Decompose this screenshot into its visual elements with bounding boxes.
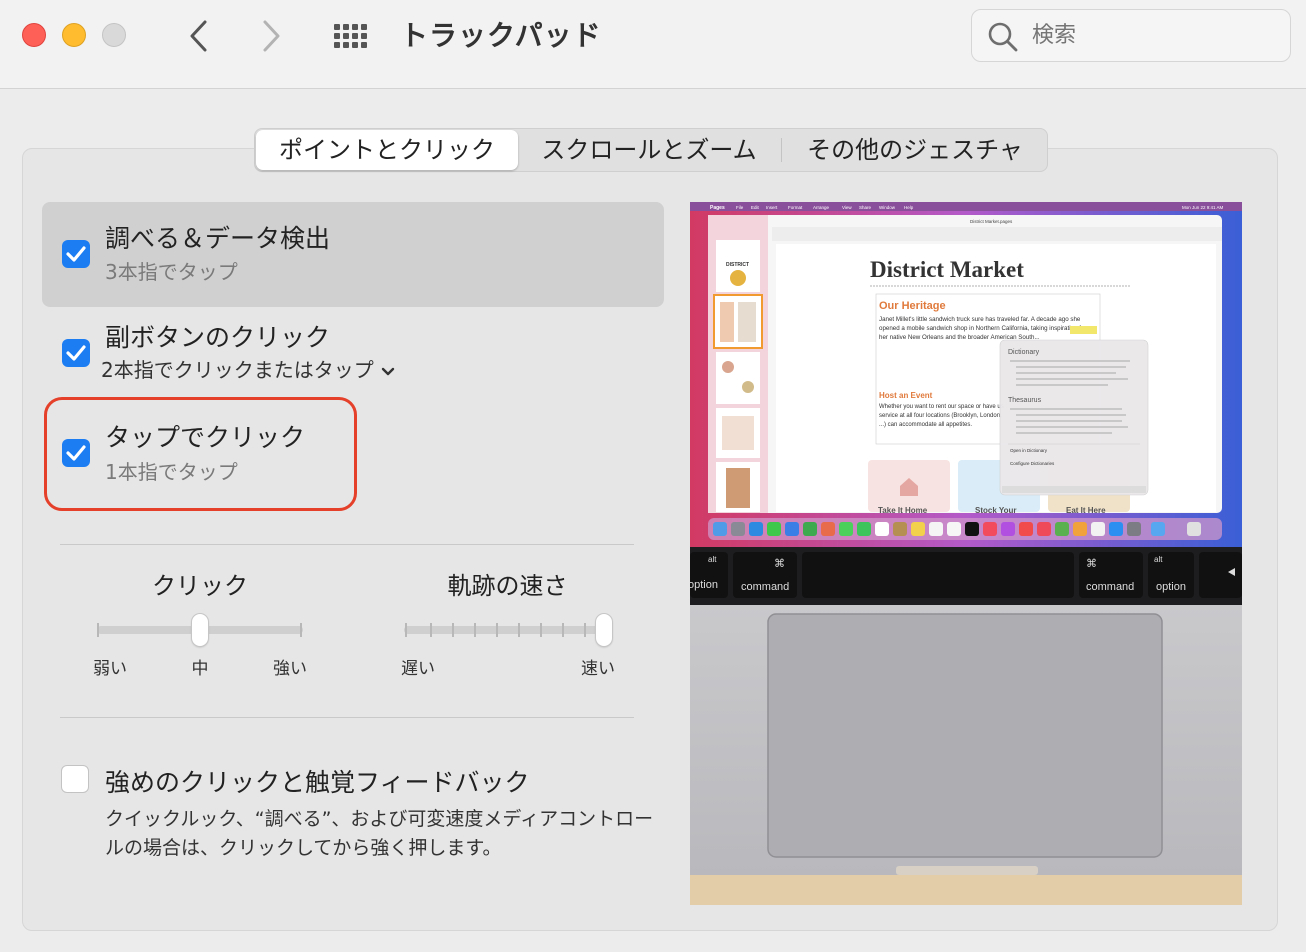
separator [60,544,634,545]
tap-to-click-title: タップでクリック [105,423,306,452]
force-click-checkbox[interactable] [61,765,89,793]
window-toolbar: トラックパッド [0,0,1306,89]
doc-heading: District Market [870,257,1024,282]
document-title: District Market.pages [970,219,1013,224]
zoom-window-button[interactable] [102,23,126,47]
search-icon [988,22,1018,52]
menubar-item: Share [859,205,872,210]
gesture-preview-illustration: Pages File Edit Insert Format Arrange Vi… [690,202,1242,905]
checkmark-icon [66,345,86,361]
event-heading: Host an Event [879,391,933,400]
thumbnail-label: DISTRICT [726,262,749,268]
word-highlight [1070,326,1097,334]
key-command-label: command [741,581,789,593]
click-slider-title: クリック [152,572,248,600]
menubar-item: Arrange [813,205,830,210]
slider-tick [452,623,454,637]
command-symbol-icon: ⌘ [774,558,785,570]
key-alt-label: alt [1154,555,1163,564]
slider-tick [430,623,432,637]
menubar-item: Window [879,205,896,210]
close-window-button[interactable] [22,23,46,47]
slider-tick [405,623,407,637]
doc-body-text: Janet Millet's little sandwich truck sur… [879,316,1092,341]
lookup-title: 調べる＆データ検出 [105,224,331,253]
command-symbol-icon: ⌘ [1086,558,1097,570]
slider-tick [496,623,498,637]
secondary-click-checkbox[interactable] [62,339,90,367]
slider-tick [584,623,586,637]
slider-tick [540,623,542,637]
trackpad [767,613,1163,858]
popover-dictionary-title: Dictionary [1008,349,1040,356]
chevron-down-icon [381,367,394,375]
slider-tick [97,623,99,637]
menubar-clock: Mon Jun 22 9:41 AM [1182,205,1224,210]
card-label: Take It Home [878,506,928,515]
slider-tick [474,623,476,637]
tab-more-gestures[interactable]: その他のジェスチャ [783,129,1047,171]
key-command-label: command [1086,581,1134,593]
dock-icons [713,522,1201,536]
force-click-description: クイックルック、“調べる”、および可変速度メディアコントロールの場合は、クリック… [105,808,654,859]
menubar-item: Insert [766,205,778,210]
key-option-label: option [1156,581,1186,593]
card-label: Eat It Here [1066,506,1106,515]
menubar-app-name: Pages [710,205,725,211]
back-button[interactable] [181,16,217,56]
tracking-slider-knob[interactable] [596,614,612,646]
lookup-checkbox[interactable] [62,240,90,268]
card-label: Stock Your [975,506,1017,515]
checkmark-icon [66,246,86,262]
chevron-right-icon [263,20,280,52]
secondary-click-title: 副ボタンのクリック [105,323,331,352]
section-heading: Our Heritage [879,300,946,312]
tab-bar: ポイントとクリック スクロールとズーム その他のジェスチャ [254,128,1048,172]
minimize-window-button[interactable] [62,23,86,47]
slider-tick [562,623,564,637]
key-option-label: option [690,579,718,591]
event-text: Whether you want to rent our space or ha… [879,404,1004,428]
search-box[interactable] [971,9,1291,62]
click-max-label: 強い [273,659,307,679]
slider-tick [518,623,520,637]
menubar-item: View [842,205,852,210]
secondary-click-popup[interactable]: 2本指でクリックまたはタップ [101,354,396,383]
tap-to-click-subtitle: 1本指でタップ [105,460,238,484]
tracking-slider-title: 軌跡の速さ [447,572,568,600]
tracking-max-label: 速い [581,659,615,679]
click-mid-label: 中 [191,659,209,679]
search-input[interactable] [1032,10,1272,61]
forward-button[interactable] [253,16,289,56]
menubar-item: Help [904,205,914,210]
secondary-click-subtitle: 2本指でクリックまたはタップ [101,358,374,382]
chevron-left-icon [190,20,207,52]
checkmark-icon [66,445,86,461]
click-min-label: 弱い [93,659,127,679]
popover-configure: Configure Dictionaries [1010,461,1055,466]
click-slider-knob[interactable] [192,614,208,646]
menubar-item: Format [788,205,803,210]
menubar-item: Edit [751,205,760,210]
tab-scroll-and-zoom[interactable]: スクロールとズーム [523,129,775,171]
tap-to-click-checkbox[interactable] [62,439,90,467]
window-title: トラックパッド [400,19,602,52]
tab-point-and-click[interactable]: ポイントとクリック [256,130,518,170]
key-alt-label: alt [708,555,717,564]
slider-tick [300,623,302,637]
tracking-min-label: 遅い [401,659,435,679]
lookup-subtitle: 3本指でタップ [105,260,238,284]
force-click-title: 強めのクリックと触覚フィードバック [105,768,530,797]
annotation-highlight-ring [44,397,357,511]
grid-icon [334,24,367,48]
popover-open-dictionary: Open in Dictionary [1010,448,1048,453]
separator [60,717,634,718]
menubar-item: File [736,205,744,210]
tab-divider [781,138,782,162]
tracking-slider-track [404,626,610,634]
popover-thesaurus-title: Thesaurus [1008,397,1042,404]
show-all-button[interactable] [330,20,374,52]
